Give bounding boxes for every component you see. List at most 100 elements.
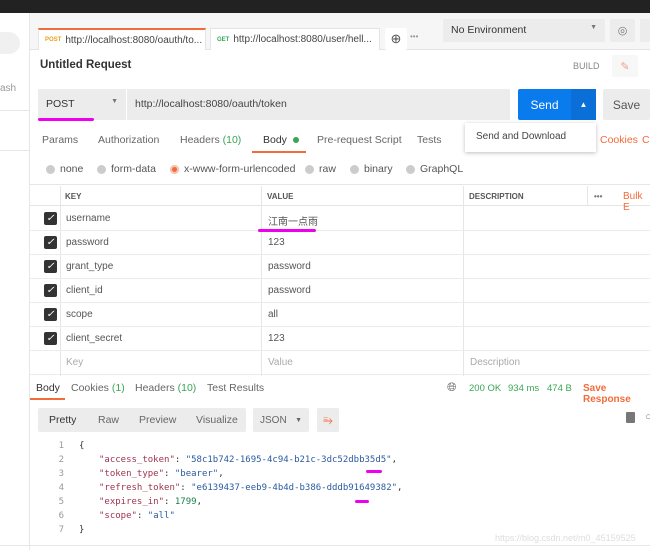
table-row: ✓ password 123 (30, 231, 650, 255)
cookies-link[interactable]: Cookies (600, 134, 638, 146)
description-input[interactable]: Description (470, 357, 520, 368)
view-pretty[interactable]: Pretty (49, 414, 76, 426)
copy-icon[interactable] (626, 412, 635, 423)
sidebar-search[interactable] (0, 32, 20, 54)
more-tabs-icon[interactable]: ••• (410, 32, 418, 41)
watermark: https://blog.csdn.net/m0_45159525 (495, 533, 636, 543)
radio-none[interactable]: none (46, 163, 83, 175)
json-line: "access_token": "58c1b742-1695-4c94-b21c… (99, 455, 398, 465)
line-number: 5 (58, 497, 64, 507)
row-checkbox[interactable]: ✓ (44, 308, 57, 321)
resp-tab-test-results[interactable]: Test Results (207, 382, 264, 394)
resp-tab-headers[interactable]: Headers (10) (135, 382, 196, 394)
status-code: 200 OK (469, 383, 502, 394)
tab-authorization[interactable]: Authorization (98, 134, 159, 146)
radio-graphql[interactable]: GraphQL (406, 163, 463, 175)
new-tab-plus-icon[interactable]: ⊕ (385, 28, 407, 50)
tab-body[interactable]: Body (263, 134, 299, 146)
radio-x-www-form-urlencoded[interactable]: x-www-form-urlencoded (170, 163, 295, 175)
table-row: ✓ client_id password (30, 279, 650, 303)
tab-get-hello[interactable]: GET http://localhost:8080/user/hell... (210, 28, 380, 50)
build-label[interactable]: BUILD (573, 61, 600, 71)
wrap-lines-icon[interactable]: ⥱ (317, 408, 339, 432)
line-number: 7 (58, 525, 64, 535)
format-select[interactable]: JSON ▼ (253, 408, 309, 432)
line-number: 3 (58, 469, 64, 479)
json-close: } (79, 525, 85, 535)
chevron-down-icon: ▼ (590, 24, 597, 31)
line-number: 6 (58, 511, 64, 521)
json-line: "refresh_token": "e6139437-eeb9-4b4d-b38… (99, 483, 403, 493)
table-row: ✓ scope all (30, 303, 650, 327)
response-time: 934 ms (508, 383, 540, 394)
send-dropdown-menu: Send and Download (465, 123, 596, 152)
edit-pencil-icon[interactable]: ✎ (612, 55, 638, 77)
tab-underline (30, 398, 65, 400)
divider (0, 110, 30, 111)
row-checkbox[interactable]: ✓ (44, 284, 57, 297)
json-line: "token_type": "bearer", (99, 469, 224, 479)
tab-params[interactable]: Params (42, 134, 78, 146)
globe-icon[interactable]: 🌐︎ (447, 380, 457, 395)
highlight-mark (366, 470, 382, 473)
tab-headers[interactable]: Headers (10) (180, 134, 241, 146)
send-button[interactable]: Send ▲ (518, 89, 596, 120)
tab-underline (252, 151, 306, 153)
table-row: ✓ client_secret 123 (30, 327, 650, 351)
settings-button[interactable] (640, 19, 650, 42)
line-number: 2 (58, 455, 64, 465)
search-icon[interactable]: ○ (645, 411, 650, 423)
radio-form-data[interactable]: form-data (97, 163, 156, 175)
tab-tests[interactable]: Tests (417, 134, 442, 146)
json-open: { (79, 441, 85, 451)
json-line: "expires_in": 1799, (99, 497, 202, 507)
table-row: ✓ grant_type password (30, 255, 650, 279)
divider (0, 150, 30, 151)
code-link[interactable]: C (642, 134, 650, 146)
chevron-down-icon: ▼ (295, 416, 302, 424)
active-dot-icon (292, 137, 299, 143)
key-input[interactable]: Key (66, 357, 83, 368)
chevron-down-icon: ▼ (111, 98, 118, 105)
menu-item-send-and-download[interactable]: Send and Download (476, 131, 566, 142)
sidebar-partial-text: ash (0, 83, 17, 94)
divider (0, 545, 650, 546)
table-header: KEY VALUE DESCRIPTION ••• Bulk E (30, 186, 650, 213)
caret-up-icon[interactable]: ▲ (571, 89, 596, 120)
url-input[interactable]: http://localhost:8080/oauth/token (127, 89, 510, 120)
highlight-mark (38, 118, 94, 121)
view-mode-group: Pretty Raw Preview Visualize (38, 408, 246, 432)
json-line: "scope": "all" (99, 511, 175, 521)
response-size: 474 B (547, 383, 572, 394)
sidebar: ash (0, 13, 30, 550)
divider (30, 184, 650, 185)
radio-raw[interactable]: raw (305, 163, 336, 175)
tab-prerequest[interactable]: Pre-request Script (317, 134, 402, 146)
line-number: 1 (58, 441, 64, 451)
view-raw[interactable]: Raw (98, 414, 119, 426)
resp-tab-body[interactable]: Body (36, 382, 60, 394)
row-checkbox[interactable]: ✓ (44, 212, 57, 225)
eye-icon[interactable]: ◎ (610, 19, 635, 42)
table-row-new: Key Value Description (30, 351, 650, 375)
more-options-icon[interactable]: ••• (594, 192, 602, 201)
row-checkbox[interactable]: ✓ (44, 236, 57, 249)
save-button[interactable]: Save (603, 89, 650, 120)
tab-post-token[interactable]: POST http://localhost:8080/oauth/to... (38, 28, 206, 50)
view-preview[interactable]: Preview (139, 414, 176, 426)
column-divider (587, 186, 588, 206)
method-select[interactable]: POST ▼ (38, 89, 126, 120)
row-checkbox[interactable]: ✓ (44, 260, 57, 273)
radio-binary[interactable]: binary (350, 163, 393, 175)
save-response-button[interactable]: Save Response (583, 383, 650, 405)
value-input[interactable]: Value (268, 357, 293, 368)
view-visualize[interactable]: Visualize (196, 414, 238, 426)
table-row: ✓ username 江南一点雨 (30, 207, 650, 231)
row-checkbox[interactable]: ✓ (44, 332, 57, 345)
line-number: 4 (58, 483, 64, 493)
resp-tab-cookies[interactable]: Cookies (1) (71, 382, 125, 394)
highlight-mark (355, 500, 369, 503)
request-title[interactable]: Untitled Request (40, 59, 131, 71)
title-bar (0, 0, 650, 13)
environment-select[interactable]: No Environment ▼ (443, 19, 605, 42)
